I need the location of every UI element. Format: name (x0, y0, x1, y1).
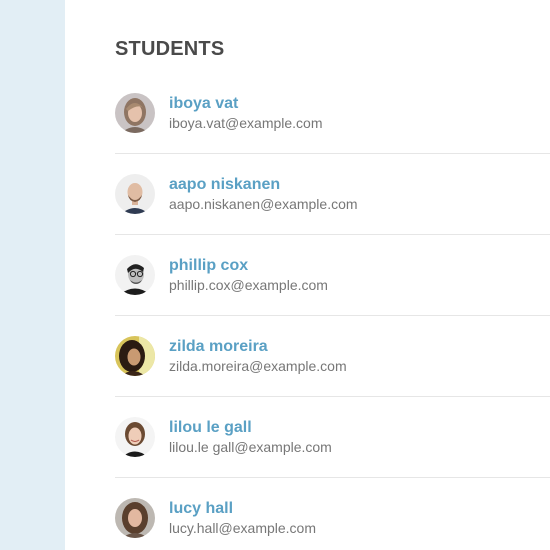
student-row[interactable]: lucy hall lucy.hall@example.com (115, 478, 550, 550)
avatar-photo-woman-brown-hair-icon (115, 498, 155, 538)
student-name-link[interactable]: aapo niskanen (169, 176, 280, 194)
student-avatar[interactable] (115, 417, 155, 457)
avatar-photo-man-glasses-bw-icon (115, 255, 155, 295)
student-email: phillip.cox@example.com (169, 277, 328, 293)
student-avatar[interactable] (115, 174, 155, 214)
app-window: STUDENTS iboya vat iboya.vat@example.com (0, 0, 550, 550)
page-title: STUDENTS (115, 38, 225, 60)
student-list: iboya vat iboya.vat@example.com aapo nis… (115, 73, 550, 550)
student-avatar[interactable] (115, 255, 155, 295)
avatar-photo-woman-dark-hair-icon (115, 336, 155, 376)
student-row[interactable]: aapo niskanen aapo.niskanen@example.com (115, 154, 550, 235)
student-avatar[interactable] (115, 93, 155, 133)
main-content: STUDENTS iboya vat iboya.vat@example.com (65, 0, 550, 550)
student-name-link[interactable]: lucy hall (169, 500, 233, 518)
student-email: iboya.vat@example.com (169, 115, 323, 131)
student-name-link[interactable]: iboya vat (169, 95, 238, 113)
student-avatar[interactable] (115, 498, 155, 538)
student-name-link[interactable]: lilou le gall (169, 419, 252, 437)
student-row[interactable]: lilou le gall lilou.le gall@example.com (115, 397, 550, 478)
student-name-link[interactable]: zilda moreira (169, 338, 268, 356)
student-email: aapo.niskanen@example.com (169, 196, 358, 212)
student-name-link[interactable]: phillip cox (169, 257, 248, 275)
student-avatar[interactable] (115, 336, 155, 376)
student-email: lucy.hall@example.com (169, 520, 317, 536)
student-email: lilou.le gall@example.com (169, 439, 332, 455)
student-email: zilda.moreira@example.com (169, 358, 347, 374)
avatar-photo-man-bald-beard-icon (115, 174, 155, 214)
student-row[interactable]: iboya vat iboya.vat@example.com (115, 73, 550, 154)
avatar-photo-woman-light-hair-icon (115, 93, 155, 133)
student-row[interactable]: zilda moreira zilda.moreira@example.com (115, 316, 550, 397)
avatar-photo-woman-smiling-icon (115, 417, 155, 457)
student-row[interactable]: phillip cox phillip.cox@example.com (115, 235, 550, 316)
sidebar (0, 0, 65, 550)
